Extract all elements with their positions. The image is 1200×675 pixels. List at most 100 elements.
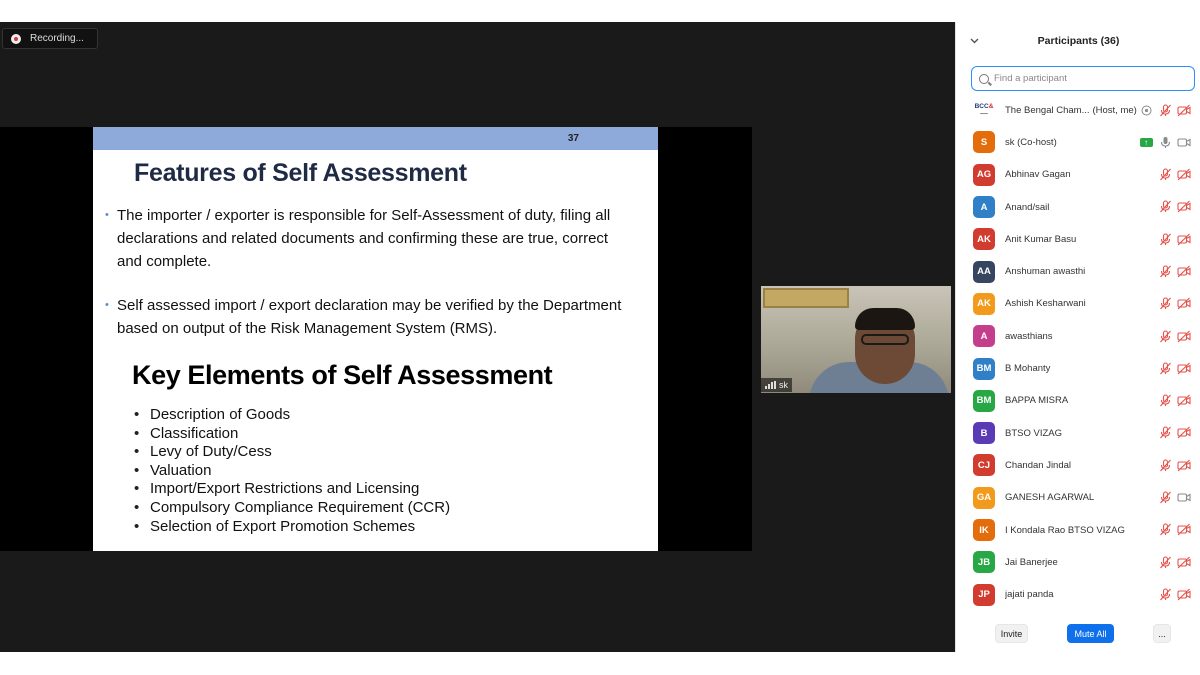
mic-muted-icon[interactable]: [1158, 200, 1172, 214]
video-icon[interactable]: [1177, 135, 1191, 149]
video-off-icon[interactable]: [1177, 587, 1191, 601]
participant-status-icons: ↑: [1139, 126, 1191, 158]
more-options-button[interactable]: ...: [1153, 624, 1171, 643]
mic-muted-icon[interactable]: [1158, 168, 1172, 182]
participant-row[interactable]: Aawasthians: [956, 320, 1200, 352]
participant-video-tile[interactable]: sk: [761, 286, 951, 393]
video-off-icon[interactable]: [1177, 232, 1191, 246]
mic-muted-icon[interactable]: [1158, 426, 1172, 440]
participant-row[interactable]: CJ Chandan Jindal: [956, 449, 1200, 481]
avatar: IK: [973, 519, 995, 541]
video-icon[interactable]: [1177, 491, 1191, 505]
zoom-meeting-window: Recording... 37 Features of Self Assessm…: [0, 0, 1200, 675]
mic-muted-icon[interactable]: [1158, 264, 1172, 278]
video-off-icon[interactable]: [1177, 297, 1191, 311]
mic-muted-icon[interactable]: [1158, 361, 1172, 375]
list-item-text: Import/Export Restrictions and Licensing: [150, 480, 420, 498]
video-name-label: sk: [761, 378, 792, 392]
participant-row[interactable]: AG Abhinav Gagan: [956, 159, 1200, 191]
participant-status-icons: [1158, 320, 1191, 352]
video-off-icon[interactable]: [1177, 426, 1191, 440]
participant-status-icons: [1158, 482, 1191, 514]
participant-search[interactable]: [971, 66, 1195, 91]
mic-muted-icon[interactable]: [1158, 297, 1172, 311]
mic-muted-icon[interactable]: [1158, 491, 1172, 505]
participant-status-icons: [1158, 352, 1191, 384]
panel-header: Participants (36): [956, 22, 1200, 60]
search-input[interactable]: [994, 73, 1184, 84]
mic-icon[interactable]: [1158, 135, 1172, 149]
participant-row[interactable]: GA GANESH AGARWAL: [956, 482, 1200, 514]
participant-status-icons: [1158, 417, 1191, 449]
participant-row[interactable]: Ssk (Co-host) ↑: [956, 126, 1200, 158]
mic-muted-icon[interactable]: [1158, 394, 1172, 408]
avatar: A: [973, 325, 995, 348]
chevron-down-icon[interactable]: [970, 36, 979, 46]
video-off-icon[interactable]: [1177, 361, 1191, 375]
spotlight-icon[interactable]: [1139, 103, 1153, 117]
mic-muted-icon[interactable]: [1158, 555, 1172, 569]
mic-muted-icon[interactable]: [1158, 232, 1172, 246]
slide-title: Features of Self Assessment: [134, 159, 467, 187]
participant-row[interactable]: JB Jai Banerjee: [956, 546, 1200, 578]
participant-role: (Host, me): [1092, 104, 1137, 116]
participant-row[interactable]: AK Ashish Kesharwani: [956, 288, 1200, 320]
mic-muted-icon[interactable]: [1158, 103, 1172, 117]
video-off-icon[interactable]: [1177, 329, 1191, 343]
list-item: • Selection of Export Promotion Schemes: [134, 517, 416, 535]
video-off-icon[interactable]: [1177, 200, 1191, 214]
invite-button[interactable]: Invite: [995, 624, 1028, 643]
participant-row[interactable]: B BTSO VIZAG: [956, 417, 1200, 449]
slide-bullet: • Self assessed import / export declarat…: [105, 294, 625, 340]
video-off-icon[interactable]: [1177, 458, 1191, 472]
participant-row[interactable]: A Anand/sail: [956, 191, 1200, 223]
participant-row[interactable]: BM BAPPA MISRA: [956, 385, 1200, 417]
participant-name-text: awasthians: [1005, 330, 1053, 342]
avatar: JB: [973, 551, 995, 574]
recording-label: Recording...: [30, 33, 84, 44]
participant-row[interactable]: AK Anit Kumar Basu: [956, 223, 1200, 255]
recording-indicator[interactable]: Recording...: [2, 28, 98, 49]
avatar: AG: [973, 163, 995, 186]
avatar: BM: [973, 357, 995, 380]
mic-muted-icon[interactable]: [1158, 587, 1172, 601]
participant-row[interactable]: BCC& ━━━ The Bengal Cham... (Host, me): [956, 94, 1200, 126]
key-elements-list: • Description of Goods • Classification • L…: [134, 406, 450, 536]
participant-row[interactable]: BM B Mohanty: [956, 352, 1200, 384]
mic-muted-icon[interactable]: [1158, 523, 1172, 537]
avatar: AA: [973, 260, 995, 283]
participant-row[interactable]: JP jajati panda: [956, 578, 1200, 610]
avatar: A: [973, 196, 995, 219]
participant-status-icons: [1158, 288, 1191, 320]
video-off-icon[interactable]: [1177, 555, 1191, 569]
panel-title: Participants (36): [1037, 35, 1120, 47]
list-item-text: Selection of Export Promotion Schemes: [150, 517, 416, 535]
participant-status-icons: [1158, 159, 1191, 191]
avatar: JP: [973, 583, 995, 606]
participant-row[interactable]: IK I Kondala Rao BTSO VIZAG: [956, 514, 1200, 546]
list-item: • Levy of Duty/Cess: [134, 443, 272, 461]
video-off-icon[interactable]: [1177, 103, 1191, 117]
participant-row[interactable]: AA Anshuman awasthi: [956, 255, 1200, 287]
screen-share-icon: ↑: [1139, 135, 1153, 149]
participant-status-icons: [1158, 223, 1191, 255]
slide-header-bar: 37: [93, 127, 658, 150]
list-item-text: Levy of Duty/Cess: [150, 443, 272, 461]
video-off-icon[interactable]: [1177, 264, 1191, 278]
participant-name-text: sk (Co-host): [1005, 136, 1057, 148]
list-item-text: Compulsory Compliance Requirement (CCR): [150, 498, 451, 516]
bullet-marker: •: [105, 209, 109, 221]
mic-muted-icon[interactable]: [1158, 458, 1172, 472]
list-item-text: Classification: [150, 424, 239, 442]
avatar: CJ: [973, 454, 995, 477]
video-off-icon[interactable]: [1177, 394, 1191, 408]
presentation-slide: 37 Features of Self Assessment • The imp…: [93, 127, 658, 551]
video-off-icon[interactable]: [1177, 523, 1191, 537]
avatar: GA: [973, 486, 995, 509]
mute-all-button[interactable]: Mute All: [1067, 624, 1114, 643]
video-off-icon[interactable]: [1177, 168, 1191, 182]
participant-name-text: BAPPA MISRA: [1005, 395, 1069, 407]
slide-subtitle: Key Elements of Self Assessment: [132, 360, 553, 390]
mic-muted-icon[interactable]: [1158, 329, 1172, 343]
bullet-text: Self assessed import / export declaratio…: [117, 297, 622, 337]
